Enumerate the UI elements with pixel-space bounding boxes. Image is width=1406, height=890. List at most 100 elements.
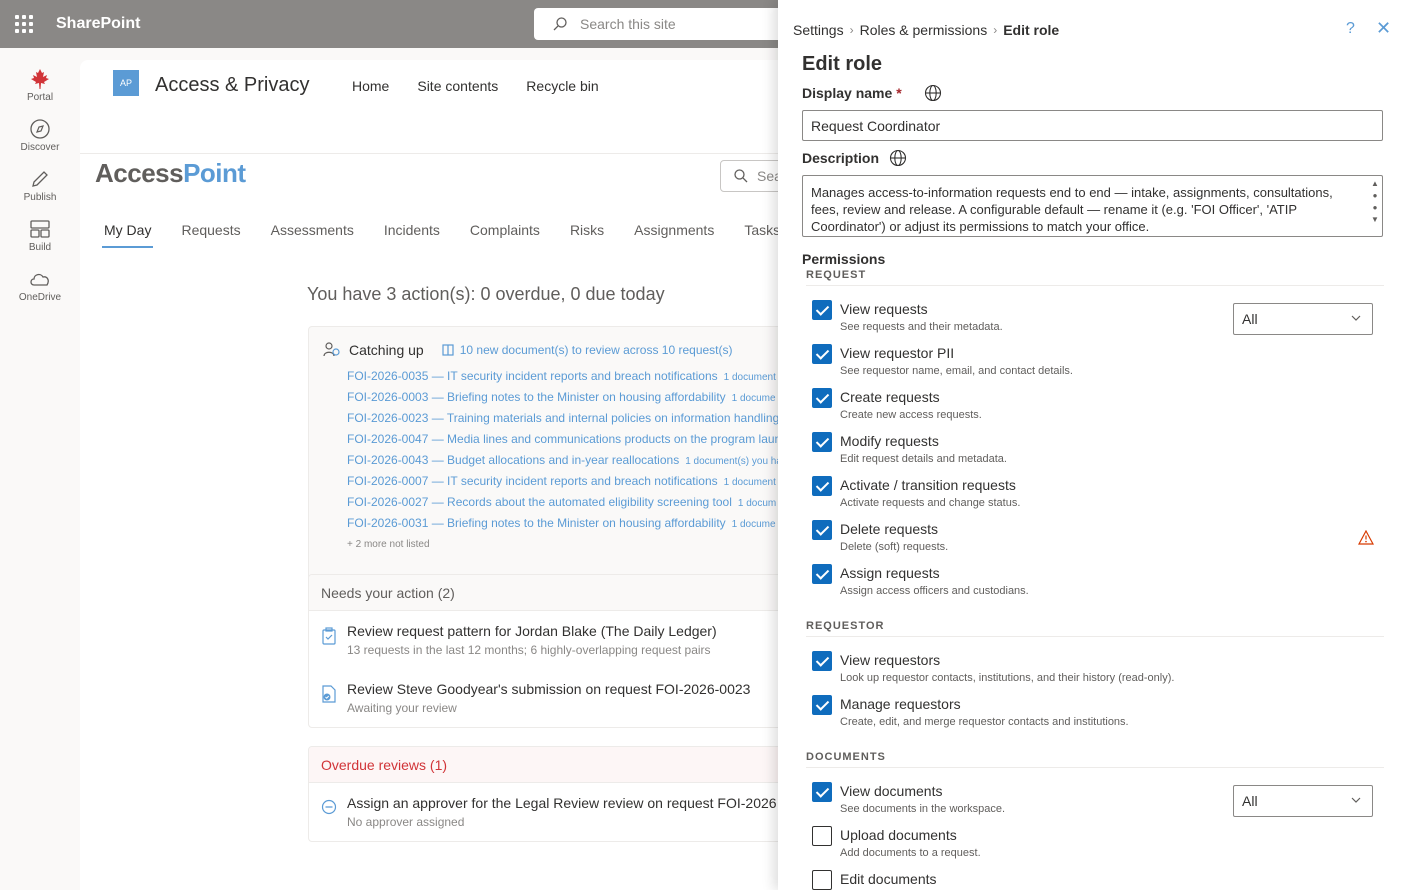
list-item[interactable]: FOI-2026-0047 — Media lines and communic… <box>347 432 797 453</box>
checkbox-create-requests[interactable] <box>812 388 832 408</box>
catching-up-list: FOI-2026-0035 — IT security incident rep… <box>309 359 797 537</box>
tab-requests[interactable]: Requests <box>179 222 242 248</box>
action-title[interactable]: Assign an approver for the Legal Review … <box>347 795 777 811</box>
view-documents-scope-select[interactable]: All <box>1233 785 1373 817</box>
tab-my-day[interactable]: My Day <box>102 222 154 248</box>
checkbox-view-requestors[interactable] <box>812 651 832 671</box>
description-label: Description <box>802 149 907 167</box>
display-name-field[interactable]: Request Coordinator <box>802 110 1383 141</box>
people-icon <box>323 342 340 357</box>
display-name-label-text: Display name <box>802 85 893 101</box>
myday-summary: You have 3 action(s): 0 overdue, 0 due t… <box>307 284 665 304</box>
appbar-item-discover[interactable]: Discover <box>0 118 80 168</box>
request-link[interactable]: FOI-2026-0047 — Media lines and communic… <box>347 432 781 446</box>
checkbox-upload-documents[interactable] <box>812 826 832 846</box>
clipboard-icon <box>322 627 336 645</box>
tab-tasks[interactable]: Tasks <box>742 222 782 248</box>
globe-icon[interactable] <box>889 149 907 167</box>
minus-circle-icon <box>321 799 337 815</box>
list-item[interactable]: FOI-2026-0035 — IT security incident rep… <box>347 369 797 390</box>
document-count: 1 docume <box>731 519 776 530</box>
list-item[interactable]: FOI-2026-0007 — IT security incident rep… <box>347 474 797 495</box>
appbar-item-portal[interactable]: Portal <box>0 68 80 118</box>
checkbox-assign-requests[interactable] <box>812 564 832 584</box>
nav-site-contents[interactable]: Site contents <box>417 78 498 94</box>
textarea-scrollbar[interactable]: ▲ ● ● ▼ <box>1370 178 1380 234</box>
globe-icon[interactable] <box>924 84 942 102</box>
tab-complaints[interactable]: Complaints <box>468 222 542 248</box>
request-link[interactable]: FOI-2026-0003 — Briefing notes to the Mi… <box>347 390 726 404</box>
suite-search-input[interactable]: Search this site <box>534 8 794 40</box>
list-item[interactable]: FOI-2026-0003 — Briefing notes to the Mi… <box>347 390 797 411</box>
site-logo[interactable]: AP <box>113 70 139 96</box>
build-icon <box>30 220 50 238</box>
perm-name: Manage requestors <box>840 696 961 712</box>
breadcrumb-settings[interactable]: Settings <box>793 22 844 38</box>
required-mark: * <box>896 85 902 101</box>
new-documents-link-label: 10 new document(s) to review across 10 r… <box>459 343 733 357</box>
appbar-item-publish[interactable]: Publish <box>0 168 80 218</box>
checkbox-activate-requests[interactable] <box>812 476 832 496</box>
perm-name: View requests <box>840 301 928 317</box>
perm-desc: See documents in the workspace. <box>840 803 1006 815</box>
app-launcher-button[interactable] <box>0 0 48 48</box>
document-count: 1 document <box>723 372 776 383</box>
breadcrumb-roles[interactable]: Roles & permissions <box>860 22 988 38</box>
perm-desc: See requests and their metadata. <box>840 321 1003 333</box>
tab-assignments[interactable]: Assignments <box>632 222 716 248</box>
description-field[interactable]: Manages access-to-information requests e… <box>802 175 1383 237</box>
checkbox-delete-requests[interactable] <box>812 520 832 540</box>
catching-up-title: Catching up <box>349 342 424 358</box>
checkbox-view-documents[interactable] <box>812 782 832 802</box>
overdue-reviews-title: Overdue reviews (1) <box>309 747 797 783</box>
new-documents-link[interactable]: 10 new document(s) to review across 10 r… <box>442 343 733 357</box>
appbar-item-build[interactable]: Build <box>0 218 80 268</box>
nav-home[interactable]: Home <box>352 78 389 94</box>
checkbox-modify-requests[interactable] <box>812 432 832 452</box>
request-link[interactable]: FOI-2026-0043 — Budget allocations and i… <box>347 453 679 467</box>
checkbox-view-requestor-pii[interactable] <box>812 344 832 364</box>
action-item[interactable]: Review Steve Goodyear's submission on re… <box>309 669 797 727</box>
perm-name: Delete requests <box>840 521 939 537</box>
perm-name: Activate / transition requests <box>840 477 1016 493</box>
suite-brand[interactable]: SharePoint <box>56 15 140 33</box>
help-icon[interactable]: ? <box>1346 20 1355 38</box>
request-link[interactable]: FOI-2026-0027 — Records about the automa… <box>347 495 732 509</box>
perm-desc: Create new access requests. <box>840 409 982 421</box>
perm-desc: Look up requestor contacts, institutions… <box>840 672 1175 684</box>
action-item[interactable]: Review request pattern for Jordan Blake … <box>309 611 797 669</box>
perm-name: Edit documents <box>840 871 937 887</box>
section-requestor: REQUESTOR <box>806 620 1384 637</box>
perm-name: View requestors <box>840 652 941 668</box>
action-item[interactable]: Assign an approver for the Legal Review … <box>309 783 797 841</box>
list-item[interactable]: FOI-2026-0027 — Records about the automa… <box>347 495 797 516</box>
request-link[interactable]: FOI-2026-0035 — IT security incident rep… <box>347 369 718 383</box>
action-title[interactable]: Review request pattern for Jordan Blake … <box>347 623 717 639</box>
needs-action-card: Needs your action (2) Review request pat… <box>308 574 798 728</box>
book-icon <box>442 344 454 356</box>
action-title[interactable]: Review Steve Goodyear's submission on re… <box>347 681 750 697</box>
checkbox-view-requests[interactable] <box>812 300 832 320</box>
checkbox-edit-documents[interactable] <box>812 870 832 890</box>
nav-recycle-bin[interactable]: Recycle bin <box>526 78 598 94</box>
appbar-item-onedrive[interactable]: OneDrive <box>0 268 80 318</box>
tab-risks[interactable]: Risks <box>568 222 606 248</box>
checkbox-manage-requestors[interactable] <box>812 695 832 715</box>
request-link[interactable]: FOI-2026-0007 — IT security incident rep… <box>347 474 718 488</box>
tab-incidents[interactable]: Incidents <box>382 222 442 248</box>
appbar-label: Build <box>28 242 52 253</box>
request-link[interactable]: FOI-2026-0023 — Training materials and i… <box>347 411 779 425</box>
list-item[interactable]: FOI-2026-0031 — Briefing notes to the Mi… <box>347 516 797 537</box>
document-count: 1 docum <box>737 498 777 509</box>
list-item[interactable]: FOI-2026-0043 — Budget allocations and i… <box>347 453 797 474</box>
cloud-icon <box>30 273 49 286</box>
perm-desc: Create, edit, and merge requestor contac… <box>840 716 1129 728</box>
close-icon[interactable]: ✕ <box>1376 18 1391 39</box>
list-item[interactable]: FOI-2026-0023 — Training materials and i… <box>347 411 797 432</box>
action-subtitle: No approver assigned <box>347 815 465 829</box>
site-title[interactable]: Access & Privacy <box>155 74 309 97</box>
request-link[interactable]: FOI-2026-0031 — Briefing notes to the Mi… <box>347 516 726 530</box>
view-requests-scope-select[interactable]: All <box>1233 303 1373 335</box>
tab-assessments[interactable]: Assessments <box>269 222 356 248</box>
waffle-icon <box>15 15 33 33</box>
